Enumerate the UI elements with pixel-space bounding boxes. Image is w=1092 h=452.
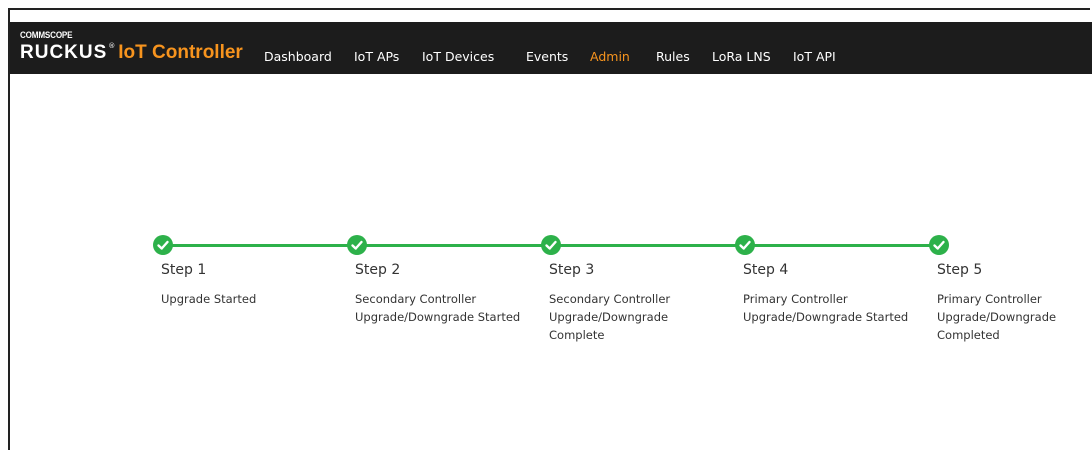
nav-lora-lns[interactable]: LoRa LNS xyxy=(712,49,771,64)
step-5-check-icon xyxy=(929,235,949,255)
nav-iot-api[interactable]: IoT API xyxy=(793,49,836,64)
step-2-title: Step 2 xyxy=(355,262,401,278)
brand-product: IoT Controller xyxy=(118,42,243,63)
nav-admin[interactable]: Admin xyxy=(590,49,630,64)
step-5-title: Step 5 xyxy=(937,262,983,278)
brand-company: COMMSCOPE xyxy=(20,30,73,40)
brand-name: RUCKUS xyxy=(20,42,108,63)
step-4-title: Step 4 xyxy=(743,262,789,278)
step-4-description: Primary Controller Upgrade/Downgrade Sta… xyxy=(743,292,909,324)
top-navbar: COMMSCOPE RUCKUS ® IoT Controller Dashbo… xyxy=(10,22,1092,74)
step-2-check-icon xyxy=(347,235,367,255)
nav-iot-devices[interactable]: IoT Devices xyxy=(422,49,494,64)
step-1-check-icon xyxy=(153,235,173,255)
step-3-description: Secondary Controller Upgrade/Downgrade C… xyxy=(549,292,671,342)
step-4-check-icon xyxy=(735,235,755,255)
step-3-title: Step 3 xyxy=(549,262,595,278)
step-1-title: Step 1 xyxy=(161,262,207,278)
nav-iot-aps[interactable]: IoT APs xyxy=(354,49,399,64)
brand-registered-mark: ® xyxy=(108,42,116,50)
step-2-description: Secondary Controller Upgrade/Downgrade S… xyxy=(355,292,521,324)
step-3-check-icon xyxy=(541,235,561,255)
nav-dashboard[interactable]: Dashboard xyxy=(264,49,332,64)
page-frame xyxy=(8,8,1090,450)
nav-rules[interactable]: Rules xyxy=(656,49,690,64)
step-5-description: Primary Controller Upgrade/Downgrade Com… xyxy=(937,292,1057,342)
nav-events[interactable]: Events xyxy=(526,49,568,64)
brand-logo[interactable]: COMMSCOPE RUCKUS ® IoT Controller xyxy=(20,30,243,64)
step-1-description: Upgrade Started xyxy=(161,292,257,306)
